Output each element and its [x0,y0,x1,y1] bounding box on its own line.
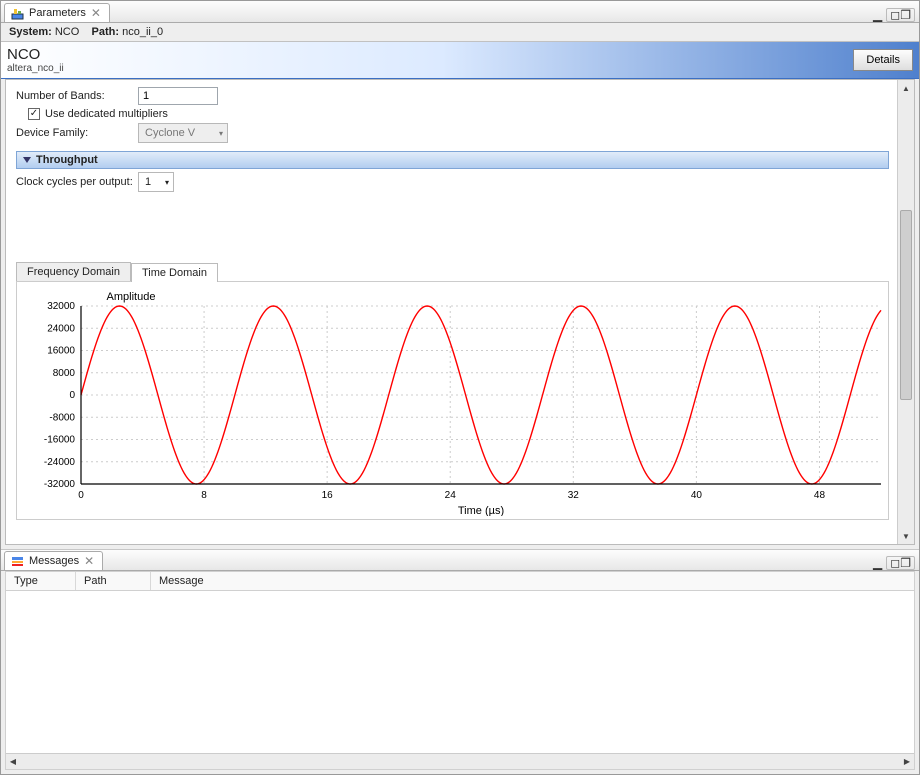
scroll-up-icon[interactable]: ▲ [898,80,914,96]
scroll-down-icon[interactable]: ▼ [898,528,914,544]
device-family-label: Device Family: [16,127,138,139]
num-bands-label: Number of Bands: [16,90,138,102]
svg-text:-8000: -8000 [49,412,75,423]
system-label: System: [9,26,52,38]
path-label: Path: [92,26,120,38]
pane-controls: ▁ ◻❐ [873,8,915,22]
parameters-scroll-area: Number of Bands: ✓ Use dedicated multipl… [6,80,897,544]
minimize-icon[interactable]: ▁ [873,8,882,22]
tab-frequency-domain[interactable]: Frequency Domain [16,262,131,281]
restore-icon[interactable]: ◻❐ [886,556,915,570]
svg-text:40: 40 [691,490,703,501]
component-title: NCO [7,46,64,63]
num-bands-input[interactable] [138,87,218,105]
tab-parameters-label: Parameters [29,7,86,19]
horizontal-scrollbar[interactable]: ◀ ▶ [6,753,914,769]
svg-text:24000: 24000 [47,323,75,334]
throughput-group-header[interactable]: Throughput [16,151,889,169]
svg-text:8000: 8000 [53,368,76,379]
svg-text:16000: 16000 [47,346,75,357]
chart-tabs: Frequency Domain Time Domain [16,262,889,281]
svg-text:-16000: -16000 [44,435,76,446]
component-subtitle: altera_nco_ii [7,63,64,74]
tab-parameters[interactable]: Parameters ✕ [4,3,110,22]
svg-text:-32000: -32000 [44,479,76,490]
messages-tabbar: Messages ✕ ▁ ◻❐ [1,549,919,571]
time-domain-chart: Amplitude-32000-24000-16000-800008000160… [21,286,889,516]
collapse-icon [23,157,31,163]
path-value: nco_ii_0 [122,26,163,38]
vertical-scrollbar[interactable]: ▲ ▼ [897,80,914,544]
svg-text:-24000: -24000 [44,457,76,468]
chart-panel: Amplitude-32000-24000-16000-800008000160… [16,281,889,520]
svg-text:48: 48 [814,490,826,501]
svg-text:0: 0 [69,390,75,401]
pane-controls: ▁ ◻❐ [873,556,915,570]
use-multipliers-checkbox[interactable]: ✓ [28,108,40,120]
cycles-label: Clock cycles per output: [16,176,138,188]
svg-text:32: 32 [568,490,580,501]
tab-messages-close-icon[interactable]: ✕ [84,554,94,568]
scroll-right-icon[interactable]: ▶ [900,754,914,768]
cycles-value: 1 [145,176,151,188]
details-button[interactable]: Details [853,49,913,71]
svg-text:32000: 32000 [47,301,75,312]
messages-icon [11,555,24,568]
restore-icon[interactable]: ◻❐ [886,8,915,22]
device-family-value: Cyclone V [145,127,195,139]
use-multipliers-label: Use dedicated multipliers [45,108,168,120]
col-path[interactable]: Path [76,572,151,590]
svg-text:0: 0 [78,490,84,501]
system-value: NCO [55,26,79,38]
tab-parameters-close-icon[interactable]: ✕ [91,6,101,20]
parameters-body: Number of Bands: ✓ Use dedicated multipl… [5,79,915,545]
throughput-title: Throughput [36,154,98,166]
svg-text:Time (µs): Time (µs) [458,505,504,516]
main-window: Parameters ✕ ▁ ◻❐ System: NCO Path: nco_… [0,0,920,775]
svg-text:16: 16 [322,490,334,501]
tab-messages[interactable]: Messages ✕ [4,551,103,570]
col-message[interactable]: Message [151,572,914,590]
info-bar: System: NCO Path: nco_ii_0 [1,23,919,41]
chevron-down-icon: ▾ [165,178,169,187]
tab-time-domain[interactable]: Time Domain [131,263,218,282]
device-family-select[interactable]: Cyclone V ▾ [138,123,228,143]
scrollbar-thumb[interactable] [900,210,912,400]
messages-header-row: Type Path Message [5,571,915,591]
cycles-select[interactable]: 1 ▾ [138,172,174,192]
svg-text:24: 24 [445,490,457,501]
svg-text:8: 8 [201,490,207,501]
component-header: NCO altera_nco_ii Details [1,41,919,79]
col-type[interactable]: Type [6,572,76,590]
minimize-icon[interactable]: ▁ [873,556,882,570]
parameters-tabbar: Parameters ✕ ▁ ◻❐ [1,1,919,23]
parameters-icon [11,7,24,20]
tab-messages-label: Messages [29,555,79,567]
chevron-down-icon: ▾ [219,129,223,138]
scroll-left-icon[interactable]: ◀ [6,754,20,768]
messages-body: ◀ ▶ [5,591,915,770]
svg-text:Amplitude: Amplitude [107,291,156,303]
